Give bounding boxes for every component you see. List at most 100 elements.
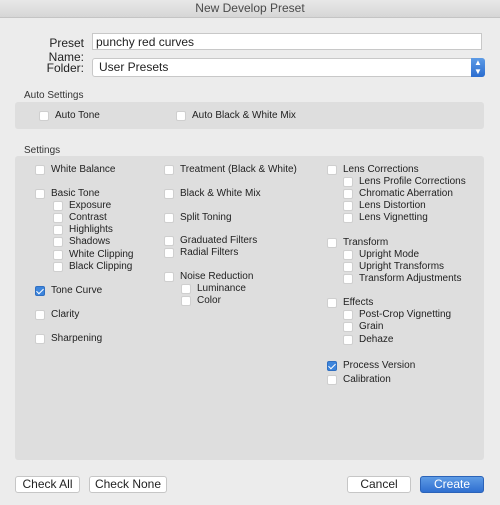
checkbox-luminance[interactable]: Luminance [181,283,246,294]
checkbox-label: Lens Profile Corrections [359,176,466,187]
checkbox-box[interactable] [53,249,63,260]
checkbox-black-clipping[interactable]: Black Clipping [53,261,132,272]
checkbox-exposure[interactable]: Exposure [53,200,111,211]
check-all-button[interactable]: Check All [15,476,80,493]
checkbox-label: Transform [343,237,389,248]
checkbox-box[interactable] [327,374,337,385]
checkbox-transform[interactable]: Transform [327,237,388,248]
checkbox-box[interactable] [53,212,63,223]
checkbox-shadows[interactable]: Shadows [53,236,110,247]
checkbox-box[interactable] [327,164,337,175]
checkbox-box[interactable] [164,247,174,258]
checkbox-lens-distortion[interactable]: Lens Distortion [343,200,426,211]
checkbox-basic-tone[interactable]: Basic Tone [35,188,100,199]
checkbox-box[interactable] [343,321,353,332]
checkbox-tone-curve[interactable]: Tone Curve [35,285,102,296]
checkbox-box[interactable] [164,212,174,223]
checkbox-box[interactable] [164,271,174,282]
checkbox-label: Sharpening [51,333,103,344]
checkbox-chromatic-aberration[interactable]: Chromatic Aberration [343,188,453,199]
create-button[interactable]: Create [420,476,484,493]
checkbox-label: Noise Reduction [180,271,254,282]
checkbox-sharpening[interactable]: Sharpening [35,333,102,344]
checkbox-upright-mode[interactable]: Upright Mode [343,249,419,260]
checkbox-process-version[interactable]: Process Version [327,360,415,371]
checkbox-auto-tone[interactable]: Auto Tone [39,110,100,121]
checkbox-box[interactable] [35,309,45,320]
checkmark-icon[interactable] [35,285,45,296]
checkbox-white-balance[interactable]: White Balance [35,164,115,175]
checkbox-box[interactable] [35,188,45,199]
preset-name-input[interactable] [92,33,482,50]
checkbox-box[interactable] [35,164,45,175]
checkbox-auto-black-white-mix[interactable]: Auto Black & White Mix [176,110,296,121]
window-title: New Develop Preset [0,0,500,18]
checkbox-box[interactable] [181,295,191,306]
checkbox-box[interactable] [343,188,353,199]
checkbox-clarity[interactable]: Clarity [35,309,79,320]
checkbox-transform-adjustments[interactable]: Transform Adjustments [343,273,461,284]
checkbox-label: Upright Mode [359,249,420,260]
check-none-button[interactable]: Check None [89,476,167,493]
checkbox-label: White Balance [51,164,116,175]
checkbox-label: Radial Filters [180,247,239,258]
checkbox-box[interactable] [164,188,174,199]
checkbox-highlights[interactable]: Highlights [53,224,113,235]
checkbox-lens-profile-corrections[interactable]: Lens Profile Corrections [343,176,466,187]
checkbox-label: Chromatic Aberration [359,188,453,199]
checkbox-black-white-mix[interactable]: Black & White Mix [164,188,261,199]
preset-name-label: Preset Name: [48,36,84,64]
checkbox-calibration[interactable]: Calibration [327,374,391,385]
cancel-button[interactable]: Cancel [347,476,411,493]
checkbox-noise-reduction[interactable]: Noise Reduction [164,271,253,282]
folder-select-value: User Presets [99,60,169,74]
checkbox-box[interactable] [343,200,353,211]
checkbox-effects[interactable]: Effects [327,297,373,308]
chevron-up-down-icon[interactable]: ▲ ▼ [471,58,485,77]
checkbox-radial-filters[interactable]: Radial Filters [164,247,238,258]
checkbox-lens-vignetting[interactable]: Lens Vignetting [343,212,428,223]
checkbox-white-clipping[interactable]: White Clipping [53,249,133,260]
checkbox-box[interactable] [343,309,353,320]
checkbox-box[interactable] [39,110,49,121]
checkbox-box[interactable] [343,261,353,272]
checkbox-label: Shadows [69,236,111,247]
checkbox-box[interactable] [181,283,191,294]
checkbox-box[interactable] [343,176,353,187]
checkbox-box[interactable] [164,164,174,175]
checkbox-box[interactable] [327,237,337,248]
checkmark-icon[interactable] [327,360,337,371]
checkbox-box[interactable] [343,334,353,345]
checkbox-box[interactable] [176,110,186,121]
checkbox-label: Lens Corrections [343,164,419,175]
checkbox-box[interactable] [53,236,63,247]
checkbox-grain[interactable]: Grain [343,321,383,332]
checkbox-label: Luminance [197,283,246,294]
checkbox-color[interactable]: Color [181,295,221,306]
checkbox-label: Lens Distortion [359,200,426,211]
checkbox-contrast[interactable]: Contrast [53,212,107,223]
checkbox-label: Tone Curve [51,285,103,296]
checkbox-lens-corrections[interactable]: Lens Corrections [327,164,419,175]
checkbox-label: Graduated Filters [180,235,258,246]
checkbox-box[interactable] [343,273,353,284]
checkbox-box[interactable] [327,297,337,308]
checkbox-dehaze[interactable]: Dehaze [343,334,393,345]
checkbox-box[interactable] [53,261,63,272]
checkbox-label: Color [197,295,221,306]
checkbox-box[interactable] [53,224,63,235]
checkbox-treatment-black-white[interactable]: Treatment (Black & White) [164,164,297,175]
checkbox-split-toning[interactable]: Split Toning [164,212,232,223]
checkbox-graduated-filters[interactable]: Graduated Filters [164,235,257,246]
checkbox-upright-transforms[interactable]: Upright Transforms [343,261,444,272]
folder-select[interactable]: User Presets ▲ ▼ [92,58,485,77]
checkbox-label: Contrast [69,212,107,223]
checkbox-box[interactable] [35,333,45,344]
checkbox-box[interactable] [53,200,63,211]
checkbox-box[interactable] [343,249,353,260]
checkbox-label: Process Version [343,360,416,371]
checkbox-box[interactable] [164,235,174,246]
checkbox-label: Highlights [69,224,113,235]
checkbox-post-crop-vignetting[interactable]: Post-Crop Vignetting [343,309,451,320]
checkbox-box[interactable] [343,212,353,223]
